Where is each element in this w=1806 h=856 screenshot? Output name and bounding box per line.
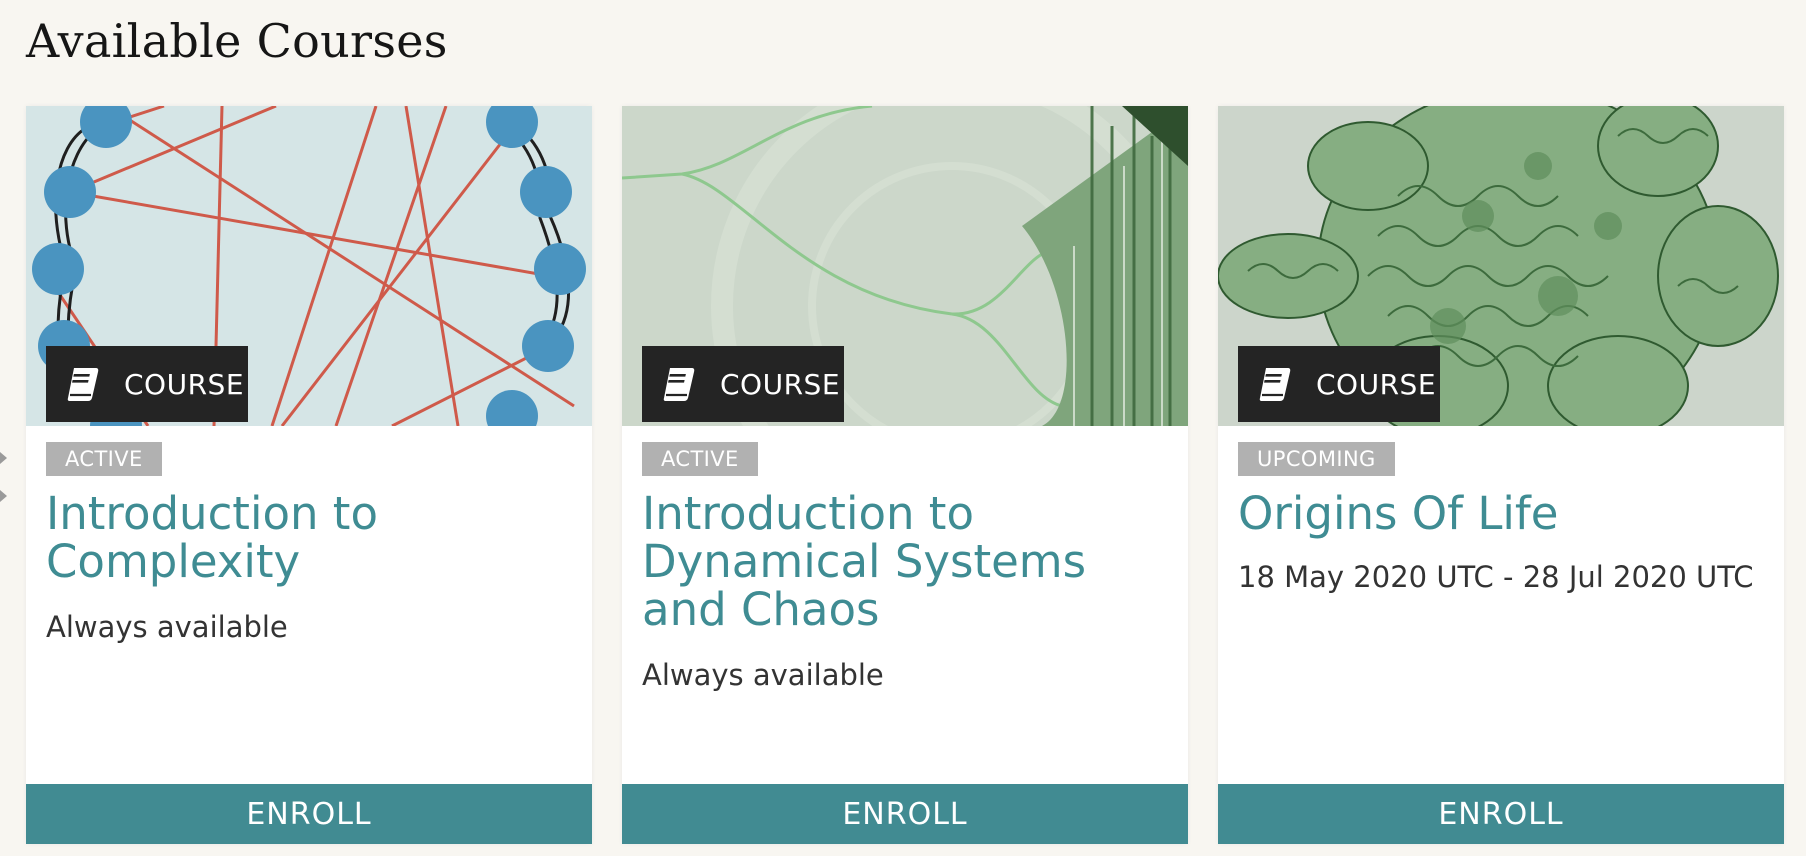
availability-text: Always available bbox=[46, 610, 288, 644]
course-type-label: COURSE bbox=[1316, 367, 1437, 401]
status-badge: UPCOMING bbox=[1238, 442, 1395, 476]
page-title: Available Courses bbox=[26, 14, 448, 68]
book-icon bbox=[663, 368, 695, 401]
course-type-tag: COURSE bbox=[642, 346, 844, 422]
status-badge: ACTIVE bbox=[642, 442, 758, 476]
availability-text: Always available bbox=[642, 658, 884, 692]
course-type-label: COURSE bbox=[124, 367, 245, 401]
course-type-tag: COURSE bbox=[1238, 346, 1440, 422]
course-title-link[interactable]: Origins Of Life bbox=[1238, 490, 1768, 538]
course-image-network-graph[interactable]: COURSE bbox=[26, 106, 592, 426]
enroll-button[interactable]: ENROLL bbox=[622, 784, 1188, 844]
status-badge: ACTIVE bbox=[46, 442, 162, 476]
course-card-origins-of-life[interactable]: COURSE UPCOMING Origins Of Life 18 May 2… bbox=[1218, 106, 1784, 844]
enroll-button[interactable]: ENROLL bbox=[1218, 784, 1784, 844]
course-type-tag: COURSE bbox=[46, 346, 248, 422]
course-title-link[interactable]: Introduction to Complexity bbox=[46, 490, 576, 586]
course-card-introduction-to-complexity[interactable]: COURSE ACTIVE Introduction to Complexity… bbox=[26, 106, 592, 844]
course-card-dynamical-systems[interactable]: COURSE ACTIVE Introduction to Dynamical … bbox=[622, 106, 1188, 844]
enroll-button[interactable]: ENROLL bbox=[26, 784, 592, 844]
availability-text: 18 May 2020 UTC - 28 Jul 2020 UTC bbox=[1238, 560, 1754, 594]
book-icon bbox=[67, 368, 99, 401]
book-icon bbox=[1259, 368, 1291, 401]
course-image-bifurcation-diagram[interactable]: COURSE bbox=[622, 106, 1188, 426]
course-type-label: COURSE bbox=[720, 367, 841, 401]
carousel-arrow-icon[interactable] bbox=[0, 490, 7, 502]
course-image-protein-structure[interactable]: COURSE bbox=[1218, 106, 1784, 426]
course-title-link[interactable]: Introduction to Dynamical Systems and Ch… bbox=[642, 490, 1172, 634]
carousel-arrow-icon[interactable] bbox=[0, 452, 7, 464]
